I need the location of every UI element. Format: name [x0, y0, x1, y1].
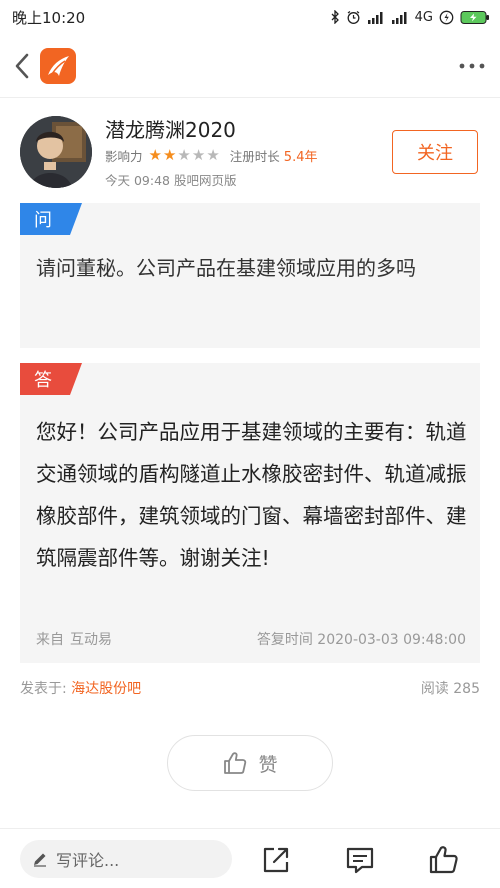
answer-tag-label: 答	[34, 370, 52, 391]
read-label: 阅读	[420, 681, 449, 697]
like-label: 赞	[258, 753, 278, 776]
source-label: 来自	[36, 632, 64, 648]
battery-icon	[460, 10, 489, 24]
network-label: 4G	[414, 9, 433, 25]
reg-value: 5.4年	[283, 150, 318, 165]
status-time: 晚上10:20	[12, 8, 86, 27]
app-header	[0, 34, 500, 98]
answer-text: 您好！公司产品应用于基建领域的主要有：轨道交通领域的盾构隧道止水橡胶密封件、轨道…	[36, 420, 467, 570]
thumbs-up-icon	[224, 752, 247, 774]
signal-icon	[367, 11, 383, 24]
posted-in: 发表于: 海达股份吧	[20, 678, 141, 698]
comment-icon[interactable]	[344, 844, 376, 876]
star-icon: ★	[206, 146, 220, 164]
answer-source: 来自 互动易	[36, 629, 112, 649]
comment-placeholder: 写评论...	[56, 851, 120, 870]
post-time: 今天 09:48 股吧网页版	[105, 173, 237, 188]
pencil-icon	[34, 853, 46, 867]
status-bar: 晚上10:20 4G	[0, 0, 500, 34]
reg-label: 注册时长	[229, 149, 280, 164]
bottom-divider	[0, 828, 500, 829]
author-name[interactable]: 潜龙腾渊2020	[105, 114, 236, 143]
read-count: 阅读 285	[421, 678, 480, 698]
star-icon: ★	[177, 146, 191, 164]
answer-tag: 答	[20, 363, 82, 395]
status-icons: 4G	[330, 10, 490, 25]
like-button[interactable]: 赞	[167, 735, 333, 791]
share-icon[interactable]	[260, 844, 292, 876]
comment-input[interactable]: 写评论...	[20, 840, 232, 878]
answer-card: 答 您好！公司产品应用于基建领域的主要有：轨道交通领域的盾构隧道止水橡胶密封件、…	[20, 363, 480, 663]
follow-button[interactable]: 关注	[392, 130, 478, 174]
star-icon: ★	[148, 146, 162, 164]
posted-label: 发表于:	[20, 681, 67, 697]
question-text: 请问董秘。公司产品在基建领域应用的多吗	[36, 256, 416, 280]
thumbs-up-icon[interactable]	[428, 844, 460, 876]
bluetooth-icon	[331, 10, 339, 24]
stock-bar-link[interactable]: 海达股份吧	[71, 681, 141, 697]
back-icon[interactable]	[10, 50, 36, 82]
charging-icon	[439, 10, 454, 24]
influence-label: 影响力	[105, 149, 143, 164]
author-meta: 影响力 ★ ★ ★ ★ ★ 注册时长 5.4年	[105, 146, 318, 166]
influence-rating: ★ ★ ★ ★ ★	[149, 148, 220, 163]
star-icon: ★	[162, 146, 177, 164]
signal-icon	[391, 11, 407, 24]
avatar[interactable]	[20, 116, 92, 188]
reply-time: 答复时间 2020-03-03 09:48:00	[256, 632, 466, 648]
more-icon[interactable]	[458, 54, 486, 78]
app-logo-icon[interactable]	[40, 48, 76, 84]
star-icon: ★	[191, 146, 206, 164]
read-value: 285	[453, 681, 480, 697]
alarm-icon	[347, 10, 360, 24]
question-tag: 问	[20, 203, 82, 235]
source-value: 互动易	[70, 632, 112, 648]
question-tag-label: 问	[34, 210, 52, 231]
question-card: 问 请问董秘。公司产品在基建领域应用的多吗	[20, 203, 480, 348]
